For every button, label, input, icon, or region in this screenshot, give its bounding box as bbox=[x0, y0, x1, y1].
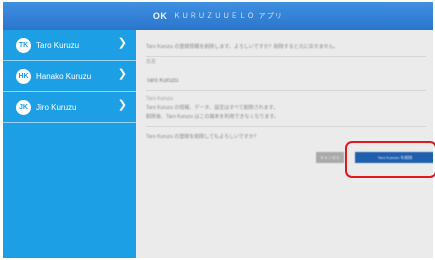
detail-text: Taro Kuruzu の情報、データ、設定はすべて削除されます。 bbox=[146, 105, 279, 111]
detail-panel: Taro Kuruzu の登録情報を削除します。よろしいですか？削除すると元に戻… bbox=[136, 30, 433, 258]
confirmation-note: Taro Kuruzu の登録を削除してもよろしいですか？ bbox=[146, 134, 259, 140]
delete-user-button[interactable]: Taro Kuruzu を削除 bbox=[355, 152, 433, 163]
title-bar: OK ＫＵＲＵＺＵＵＥＬＯ アプリ bbox=[3, 2, 433, 30]
avatar: TK bbox=[16, 37, 31, 53]
chevron-right-icon: ❯ bbox=[117, 99, 127, 111]
avatar: JK bbox=[16, 99, 31, 115]
user-name-value: Taro Kuruzu bbox=[146, 78, 179, 84]
divider bbox=[146, 90, 426, 91]
sidebar-item-hanako[interactable]: HK Hanako Kuruzu ❯ bbox=[3, 61, 136, 92]
divider bbox=[146, 56, 426, 57]
app-logo: OK bbox=[152, 11, 168, 21]
sidebar-item-label: Hanako Kuruzu bbox=[36, 71, 92, 81]
user-sidebar: TK Taro Kuruzu ❯ HK Hanako Kuruzu ❯ JK J… bbox=[3, 30, 136, 258]
sidebar-item-label: Jiro Kuruzu bbox=[36, 102, 77, 112]
window-title: ＫＵＲＵＺＵＵＥＬＯ アプリ bbox=[173, 13, 284, 20]
confirmation-message: Taro Kuruzu の登録情報を削除します。よろしいですか？削除すると元に戻… bbox=[146, 44, 339, 50]
detail-text: 削除後、Taro Kuruzu はこの端末を利用できなくなります。 bbox=[146, 114, 279, 120]
field-label: 氏名 bbox=[146, 59, 157, 65]
chevron-right-icon: ❯ bbox=[117, 68, 127, 80]
chevron-right-icon: ❯ bbox=[117, 37, 127, 49]
avatar: HK bbox=[16, 68, 31, 84]
sidebar-item-taro[interactable]: TK Taro Kuruzu ❯ bbox=[3, 30, 136, 61]
app-window: OK ＫＵＲＵＺＵＵＥＬＯ アプリ TK Taro Kuruzu ❯ HK Ha… bbox=[3, 2, 433, 258]
divider bbox=[146, 126, 426, 127]
sidebar-item-jiro[interactable]: JK Jiro Kuruzu ❯ bbox=[3, 92, 136, 123]
field-label: Taro Kuruzu bbox=[146, 96, 173, 102]
cancel-button[interactable]: キャンセル bbox=[316, 152, 344, 163]
sidebar-item-label: Taro Kuruzu bbox=[36, 40, 80, 50]
